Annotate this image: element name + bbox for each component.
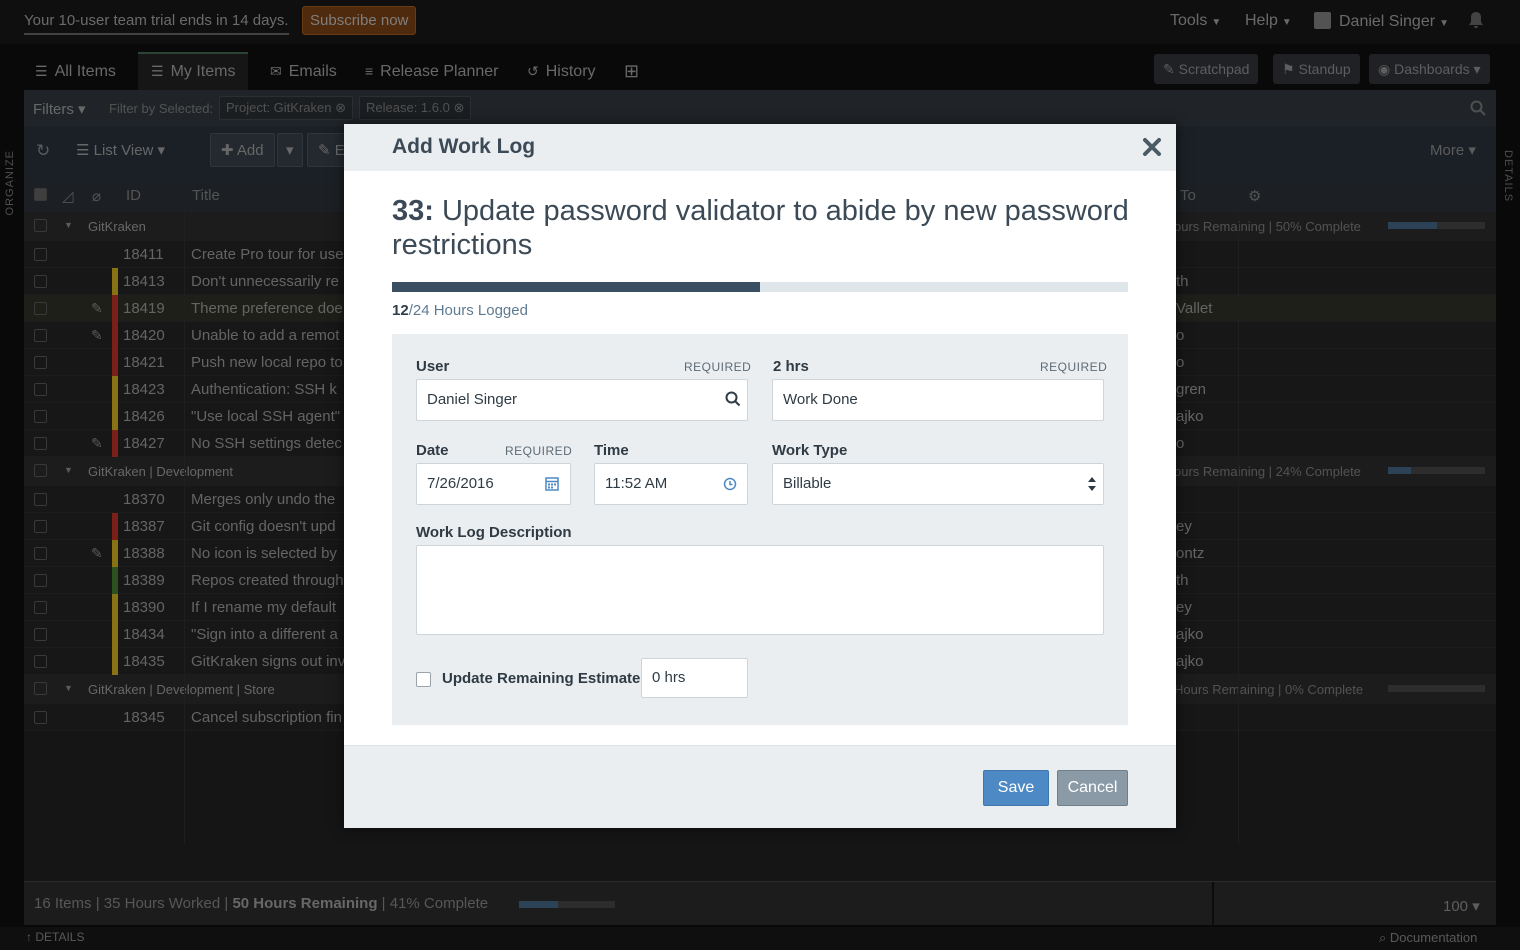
date-value: 7/26/2016 bbox=[427, 475, 494, 492]
save-button[interactable]: Save bbox=[983, 770, 1049, 806]
search-icon[interactable] bbox=[725, 391, 741, 407]
calendar-icon[interactable] bbox=[545, 476, 559, 491]
close-icon[interactable] bbox=[1140, 135, 1164, 159]
work-item-heading: 33: Update password validator to abide b… bbox=[392, 194, 1132, 262]
time-label: Time bbox=[594, 442, 629, 459]
dialog-title: Add Work Log bbox=[392, 135, 536, 158]
user-value: Daniel Singer bbox=[427, 391, 518, 408]
work-log-form: User REQUIRED Daniel Singer 2 hrs REQUIR… bbox=[392, 334, 1128, 725]
clock-icon[interactable] bbox=[723, 477, 737, 491]
hours-label: 2 hrs bbox=[773, 358, 809, 375]
description-textarea[interactable] bbox=[416, 545, 1104, 635]
time-value: 11:52 AM bbox=[605, 475, 668, 492]
date-label: Date bbox=[416, 442, 449, 459]
cancel-button[interactable]: Cancel bbox=[1057, 770, 1128, 806]
add-work-log-dialog: Add Work Log 33: Update password validat… bbox=[344, 124, 1176, 828]
required-indicator: REQUIRED bbox=[1040, 360, 1108, 374]
dialog-header: Add Work Log bbox=[344, 124, 1176, 171]
hours-logged: 12 bbox=[392, 302, 409, 319]
update-estimate-label[interactable]: Update Remaining Estimate bbox=[442, 670, 640, 687]
update-estimate-checkbox[interactable] bbox=[416, 672, 431, 687]
work-type-select[interactable]: Billable bbox=[772, 463, 1104, 505]
work-type-value: Billable bbox=[783, 475, 832, 492]
work-done-value: Work Done bbox=[783, 391, 858, 408]
estimate-value: 0 hrs bbox=[652, 669, 686, 686]
user-label: User bbox=[416, 358, 450, 375]
hours-progress-bar bbox=[392, 282, 1128, 292]
required-indicator: REQUIRED bbox=[505, 444, 573, 458]
user-field[interactable]: Daniel Singer bbox=[416, 379, 748, 421]
hours-logged-text: 12/24 Hours Logged bbox=[392, 302, 528, 319]
time-field[interactable]: 11:52 AM bbox=[594, 463, 748, 505]
select-arrows-icon bbox=[1088, 477, 1096, 491]
estimate-field[interactable]: 0 hrs bbox=[641, 658, 748, 698]
item-number: 33: bbox=[392, 195, 434, 227]
hours-total: /24 Hours Logged bbox=[408, 302, 528, 319]
work-done-field[interactable]: Work Done bbox=[772, 379, 1104, 421]
required-indicator: REQUIRED bbox=[684, 360, 752, 374]
work-type-label: Work Type bbox=[772, 442, 848, 459]
hours-progress-fill bbox=[392, 282, 760, 292]
item-title: Update password validator to abide by ne… bbox=[392, 195, 1129, 261]
date-field[interactable]: 7/26/2016 bbox=[416, 463, 571, 505]
description-label: Work Log Description bbox=[416, 524, 572, 541]
dialog-footer: Save Cancel bbox=[344, 745, 1176, 828]
